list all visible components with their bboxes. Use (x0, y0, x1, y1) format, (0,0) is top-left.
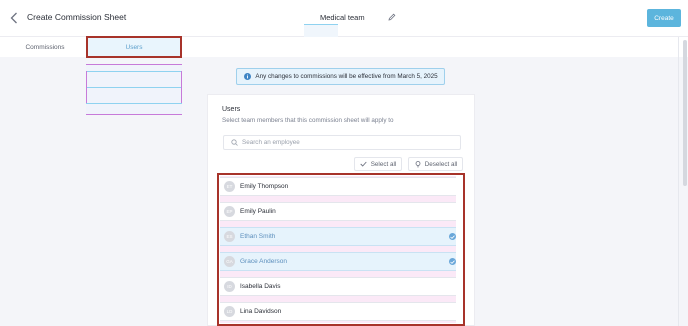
effective-date-notice: Any changes to commissions will be effec… (236, 68, 445, 85)
check-icon (360, 160, 368, 168)
deselect-icon (414, 160, 422, 168)
selected-check-icon (449, 233, 456, 240)
tab-users[interactable]: Users (86, 36, 182, 58)
user-list-item[interactable]: ID Isabella Davis (220, 277, 456, 296)
pencil-icon (388, 13, 396, 21)
user-list-item[interactable]: ES Ethan Smith (220, 227, 456, 246)
deselect-all-button[interactable]: Deselect all (408, 157, 463, 171)
user-name: Grace Anderson (240, 258, 287, 265)
top-bar: Create Commission Sheet Medical team Cre… (0, 0, 688, 37)
user-list-item[interactable]: LD Lina Davidson (220, 302, 456, 321)
back-button[interactable] (7, 10, 21, 26)
avatar: ET (224, 181, 235, 192)
search-icon (230, 139, 238, 147)
avatar: EP (224, 206, 235, 217)
users-panel-title: Users (222, 106, 241, 113)
chevron-left-icon (10, 12, 17, 24)
create-button[interactable]: Create (647, 9, 681, 27)
notice-text: Any changes to commissions will be effec… (255, 73, 438, 80)
avatar: ES (224, 231, 235, 242)
avatar: LD (224, 306, 235, 317)
user-list-item[interactable]: GA Grace Anderson (220, 252, 456, 271)
selected-check-icon (449, 258, 456, 265)
select-all-label: Select all (370, 160, 397, 168)
user-list-item[interactable]: ET Emily Thompson (220, 177, 456, 196)
edit-team-name-button[interactable] (386, 11, 398, 23)
team-name: Medical team (320, 13, 365, 22)
avatar: ID (224, 281, 235, 292)
user-name: Isabella Davis (240, 283, 281, 290)
deselect-all-label: Deselect all (424, 160, 458, 168)
tab-bar: Commissions Users (0, 36, 688, 58)
info-icon (243, 73, 251, 81)
user-list-item[interactable]: EP Emily Paulin (220, 202, 456, 221)
page-title: Create Commission Sheet (27, 12, 127, 22)
search-input[interactable] (242, 139, 442, 146)
users-panel-subtitle: Select team members that this commission… (222, 117, 394, 124)
user-name: Emily Paulin (240, 208, 276, 215)
user-name: Lina Davidson (240, 308, 282, 315)
overlay-artifact (86, 64, 182, 115)
user-name: Ethan Smith (240, 233, 276, 240)
scrollbar[interactable] (683, 40, 687, 186)
select-all-button[interactable]: Select all (354, 157, 402, 171)
tab-commissions[interactable]: Commissions (8, 37, 82, 57)
user-name: Emily Thompson (240, 183, 289, 190)
employee-search[interactable] (223, 135, 461, 150)
avatar: GA (224, 256, 235, 267)
divider (678, 37, 679, 326)
